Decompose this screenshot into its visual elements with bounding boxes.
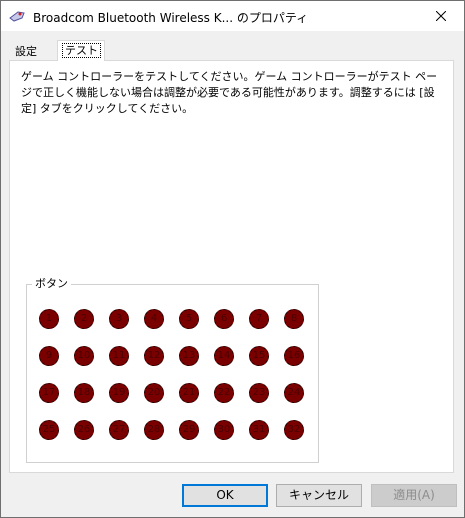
button-indicator: 30	[214, 420, 234, 440]
ok-button[interactable]: OK	[182, 484, 268, 507]
button-indicator: 19	[109, 383, 129, 403]
button-indicator: 15	[249, 346, 269, 366]
tab-test-label: テスト	[62, 43, 101, 58]
apply-button[interactable]: 適用(A)	[371, 484, 457, 507]
button-indicator: 29	[179, 420, 199, 440]
button-indicator: 9	[39, 346, 59, 366]
button-indicator: 26	[74, 420, 94, 440]
button-indicator: 23	[249, 383, 269, 403]
button-indicator: 8	[284, 309, 304, 329]
button-indicator: 21	[179, 383, 199, 403]
tab-settings-label: 設定	[15, 45, 37, 58]
cancel-button[interactable]: キャンセル	[276, 484, 362, 507]
joystick-icon	[9, 9, 25, 23]
button-indicator: 10	[74, 346, 94, 366]
buttons-group-label: ボタン	[32, 277, 71, 291]
buttons-group	[26, 284, 319, 463]
button-indicator: 31	[249, 420, 269, 440]
button-indicator: 32	[284, 420, 304, 440]
button-indicator: 6	[214, 309, 234, 329]
button-indicator: 22	[214, 383, 234, 403]
button-indicator: 5	[179, 309, 199, 329]
button-indicator: 18	[74, 383, 94, 403]
title-bar: Broadcom Bluetooth Wireless K... のプロパティ	[1, 1, 464, 31]
tab-settings[interactable]: 設定	[11, 43, 49, 61]
window-title: Broadcom Bluetooth Wireless K... のプロパティ	[33, 11, 309, 25]
button-indicator: 2	[74, 309, 94, 329]
button-indicator: 28	[144, 420, 164, 440]
button-indicator: 20	[144, 383, 164, 403]
button-indicator: 13	[179, 346, 199, 366]
button-indicator: 12	[144, 346, 164, 366]
button-indicator: 14	[214, 346, 234, 366]
button-indicator: 17	[39, 383, 59, 403]
button-indicator: 7	[249, 309, 269, 329]
test-description: ゲーム コントローラーをテストしてください。ゲーム コントローラーがテスト ペー…	[21, 70, 438, 115]
button-indicator: 4	[144, 309, 164, 329]
button-indicator: 27	[109, 420, 129, 440]
button-indicator: 24	[284, 383, 304, 403]
button-indicator: 16	[284, 346, 304, 366]
button-indicator: 3	[109, 309, 129, 329]
close-button[interactable]	[418, 1, 464, 31]
tab-test[interactable]: テスト	[57, 40, 105, 61]
button-indicator: 11	[109, 346, 129, 366]
close-icon	[436, 11, 446, 21]
button-indicator: 1	[39, 309, 59, 329]
button-indicator: 25	[39, 420, 59, 440]
